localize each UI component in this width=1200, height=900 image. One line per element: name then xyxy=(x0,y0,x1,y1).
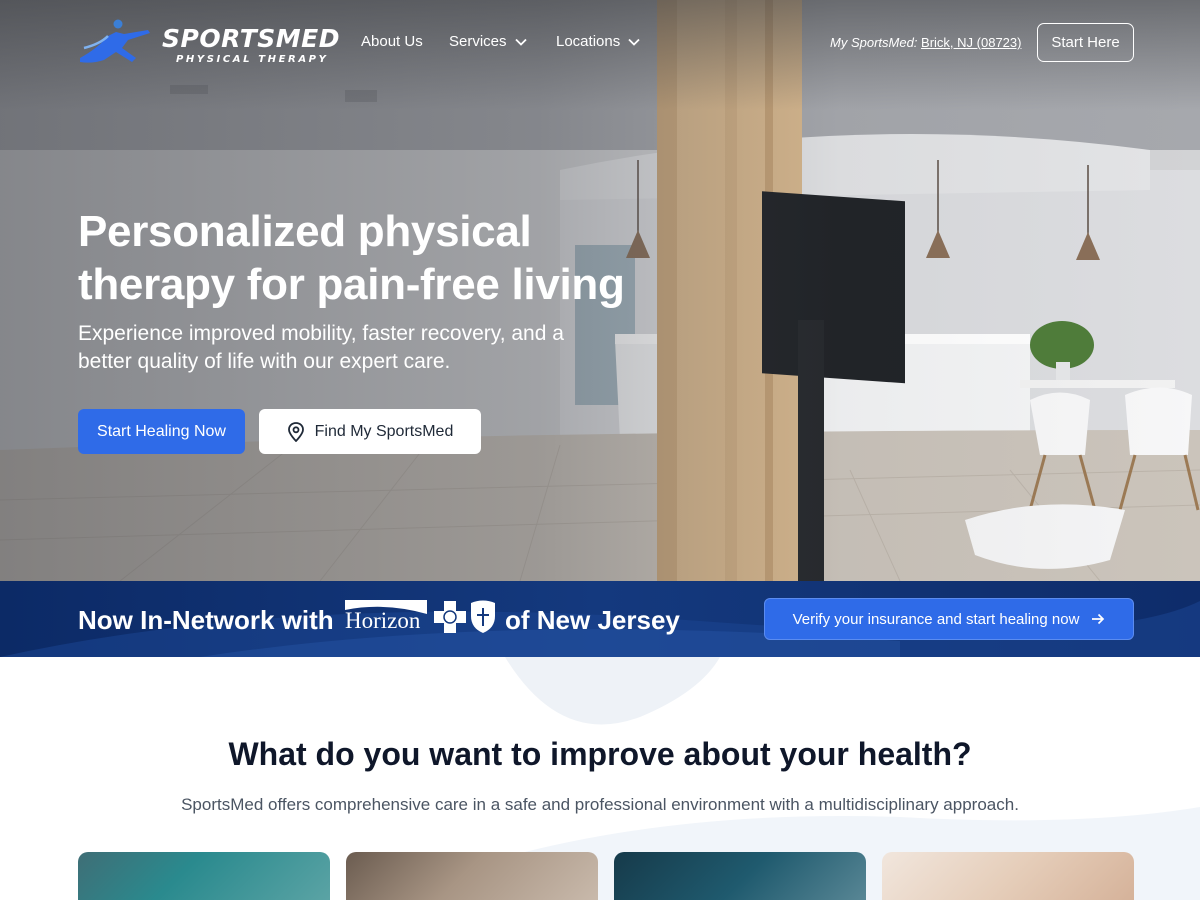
nav-services-label: Services xyxy=(449,33,507,50)
banner-lead-text: Now In-Network with xyxy=(78,605,334,635)
horizon-logo-wordmark: Horizon xyxy=(345,608,421,633)
blue-cross-icon xyxy=(434,601,466,633)
service-card[interactable] xyxy=(614,852,866,900)
nav-locations-label: Locations xyxy=(556,33,621,50)
nav-services[interactable]: Services xyxy=(449,33,527,50)
start-here-button[interactable]: Start Here xyxy=(1037,23,1134,62)
hero-subtitle-line-1: Experience improved mobility, faster rec… xyxy=(78,322,564,345)
find-my-sportsmed-button[interactable]: Find My SportsMed xyxy=(259,409,481,454)
nav-locations[interactable]: Locations xyxy=(556,33,640,50)
hero-section: Personalized physical therapy for pain-f… xyxy=(0,0,1200,581)
sportsmed-logo[interactable]: SPORTSMED PHYSICAL THERAPY xyxy=(78,18,339,68)
banner-trail-text: of New Jersey xyxy=(505,605,680,635)
my-sportsmed-location: My SportsMed: Brick, NJ (08723) xyxy=(830,35,1021,50)
service-card[interactable] xyxy=(346,852,598,900)
start-healing-now-button[interactable]: Start Healing Now xyxy=(78,409,245,454)
logo-brand-name: SPORTSMED xyxy=(162,24,340,53)
improve-section-title: What do you want to improve about your h… xyxy=(228,736,972,772)
find-my-sportsmed-label: Find My SportsMed xyxy=(314,422,454,440)
nav-about-us-label: About Us xyxy=(361,33,423,50)
my-sportsmed-label: My SportsMed: xyxy=(830,35,918,50)
hero-title-line-1: Personalized physical xyxy=(78,207,532,256)
top-navigation: SPORTSMED PHYSICAL THERAPY About Us Serv… xyxy=(0,0,1200,86)
blue-shield-icon xyxy=(471,600,495,633)
my-sportsmed-location-link[interactable]: Brick, NJ (08723) xyxy=(921,35,1021,50)
arrow-right-icon xyxy=(1092,613,1105,625)
hero-subtitle-line-2: better quality of life with our expert c… xyxy=(78,350,451,373)
service-card[interactable] xyxy=(78,852,330,900)
verify-insurance-label: Verify your insurance and start healing … xyxy=(792,610,1080,628)
improve-section-subtitle: SportsMed offers comprehensive care in a… xyxy=(181,795,1019,814)
hero-title: Personalized physical therapy for pain-f… xyxy=(78,205,638,311)
service-card[interactable] xyxy=(882,852,1134,900)
logo-subtitle: PHYSICAL THERAPY xyxy=(176,54,329,65)
verify-insurance-button[interactable]: Verify your insurance and start healing … xyxy=(764,598,1134,640)
nav-about-us[interactable]: About Us xyxy=(361,33,423,50)
horizon-bcbs-logo: Horizon xyxy=(345,600,497,636)
chevron-down-icon xyxy=(628,38,640,46)
hero-title-line-2: therapy for pain-free living xyxy=(78,260,625,309)
map-pin-icon xyxy=(287,421,304,442)
hero-subtitle: Experience improved mobility, faster rec… xyxy=(78,320,598,376)
chevron-down-icon xyxy=(514,38,527,46)
runner-icon xyxy=(80,19,150,63)
